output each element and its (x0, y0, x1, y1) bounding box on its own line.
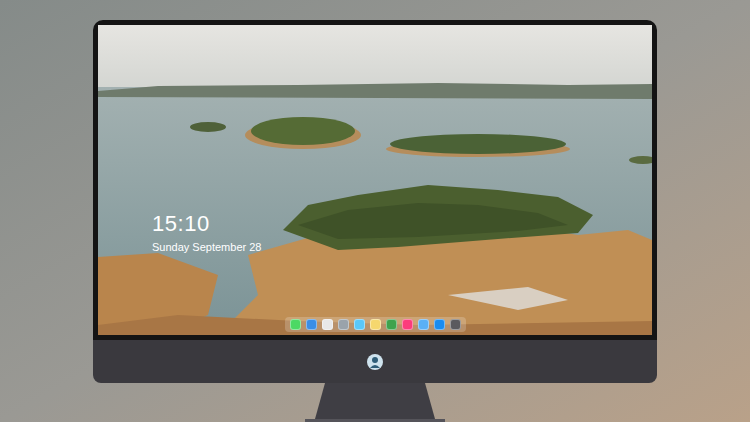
dock-app-icon[interactable] (418, 319, 429, 330)
dock-app-icon[interactable] (434, 319, 445, 330)
dock-app-icon[interactable] (370, 319, 381, 330)
monitor-chin (93, 340, 657, 383)
clock-block: 15:10 Sunday September 28 (152, 211, 652, 254)
dock-app-icon[interactable] (306, 319, 317, 330)
dock-app-icon[interactable] (402, 319, 413, 330)
page: 15:10 Sunday September 28 (0, 0, 750, 422)
dock-app-icon[interactable] (290, 319, 301, 330)
monitor-stand (285, 383, 465, 422)
clock-date: Sunday September 28 (152, 240, 652, 254)
wallpaper-photo (98, 25, 652, 335)
lock-screen: 15:10 Sunday September 28 (98, 25, 652, 335)
dock-row (152, 317, 652, 332)
monitor-bezel: 15:10 Sunday September 28 (93, 20, 657, 340)
dock-app-icon[interactable] (386, 319, 397, 330)
dock-app-icon[interactable] (354, 319, 365, 330)
brand-logo-icon (366, 353, 384, 371)
dock-app-icon[interactable] (450, 319, 461, 330)
monitor: 15:10 Sunday September 28 (93, 20, 657, 422)
dock (285, 317, 466, 332)
dock-app-icon[interactable] (322, 319, 333, 330)
dock-app-icon[interactable] (338, 319, 349, 330)
screen: 15:10 Sunday September 28 (98, 25, 652, 335)
clock-time: 15:10 (152, 211, 652, 237)
